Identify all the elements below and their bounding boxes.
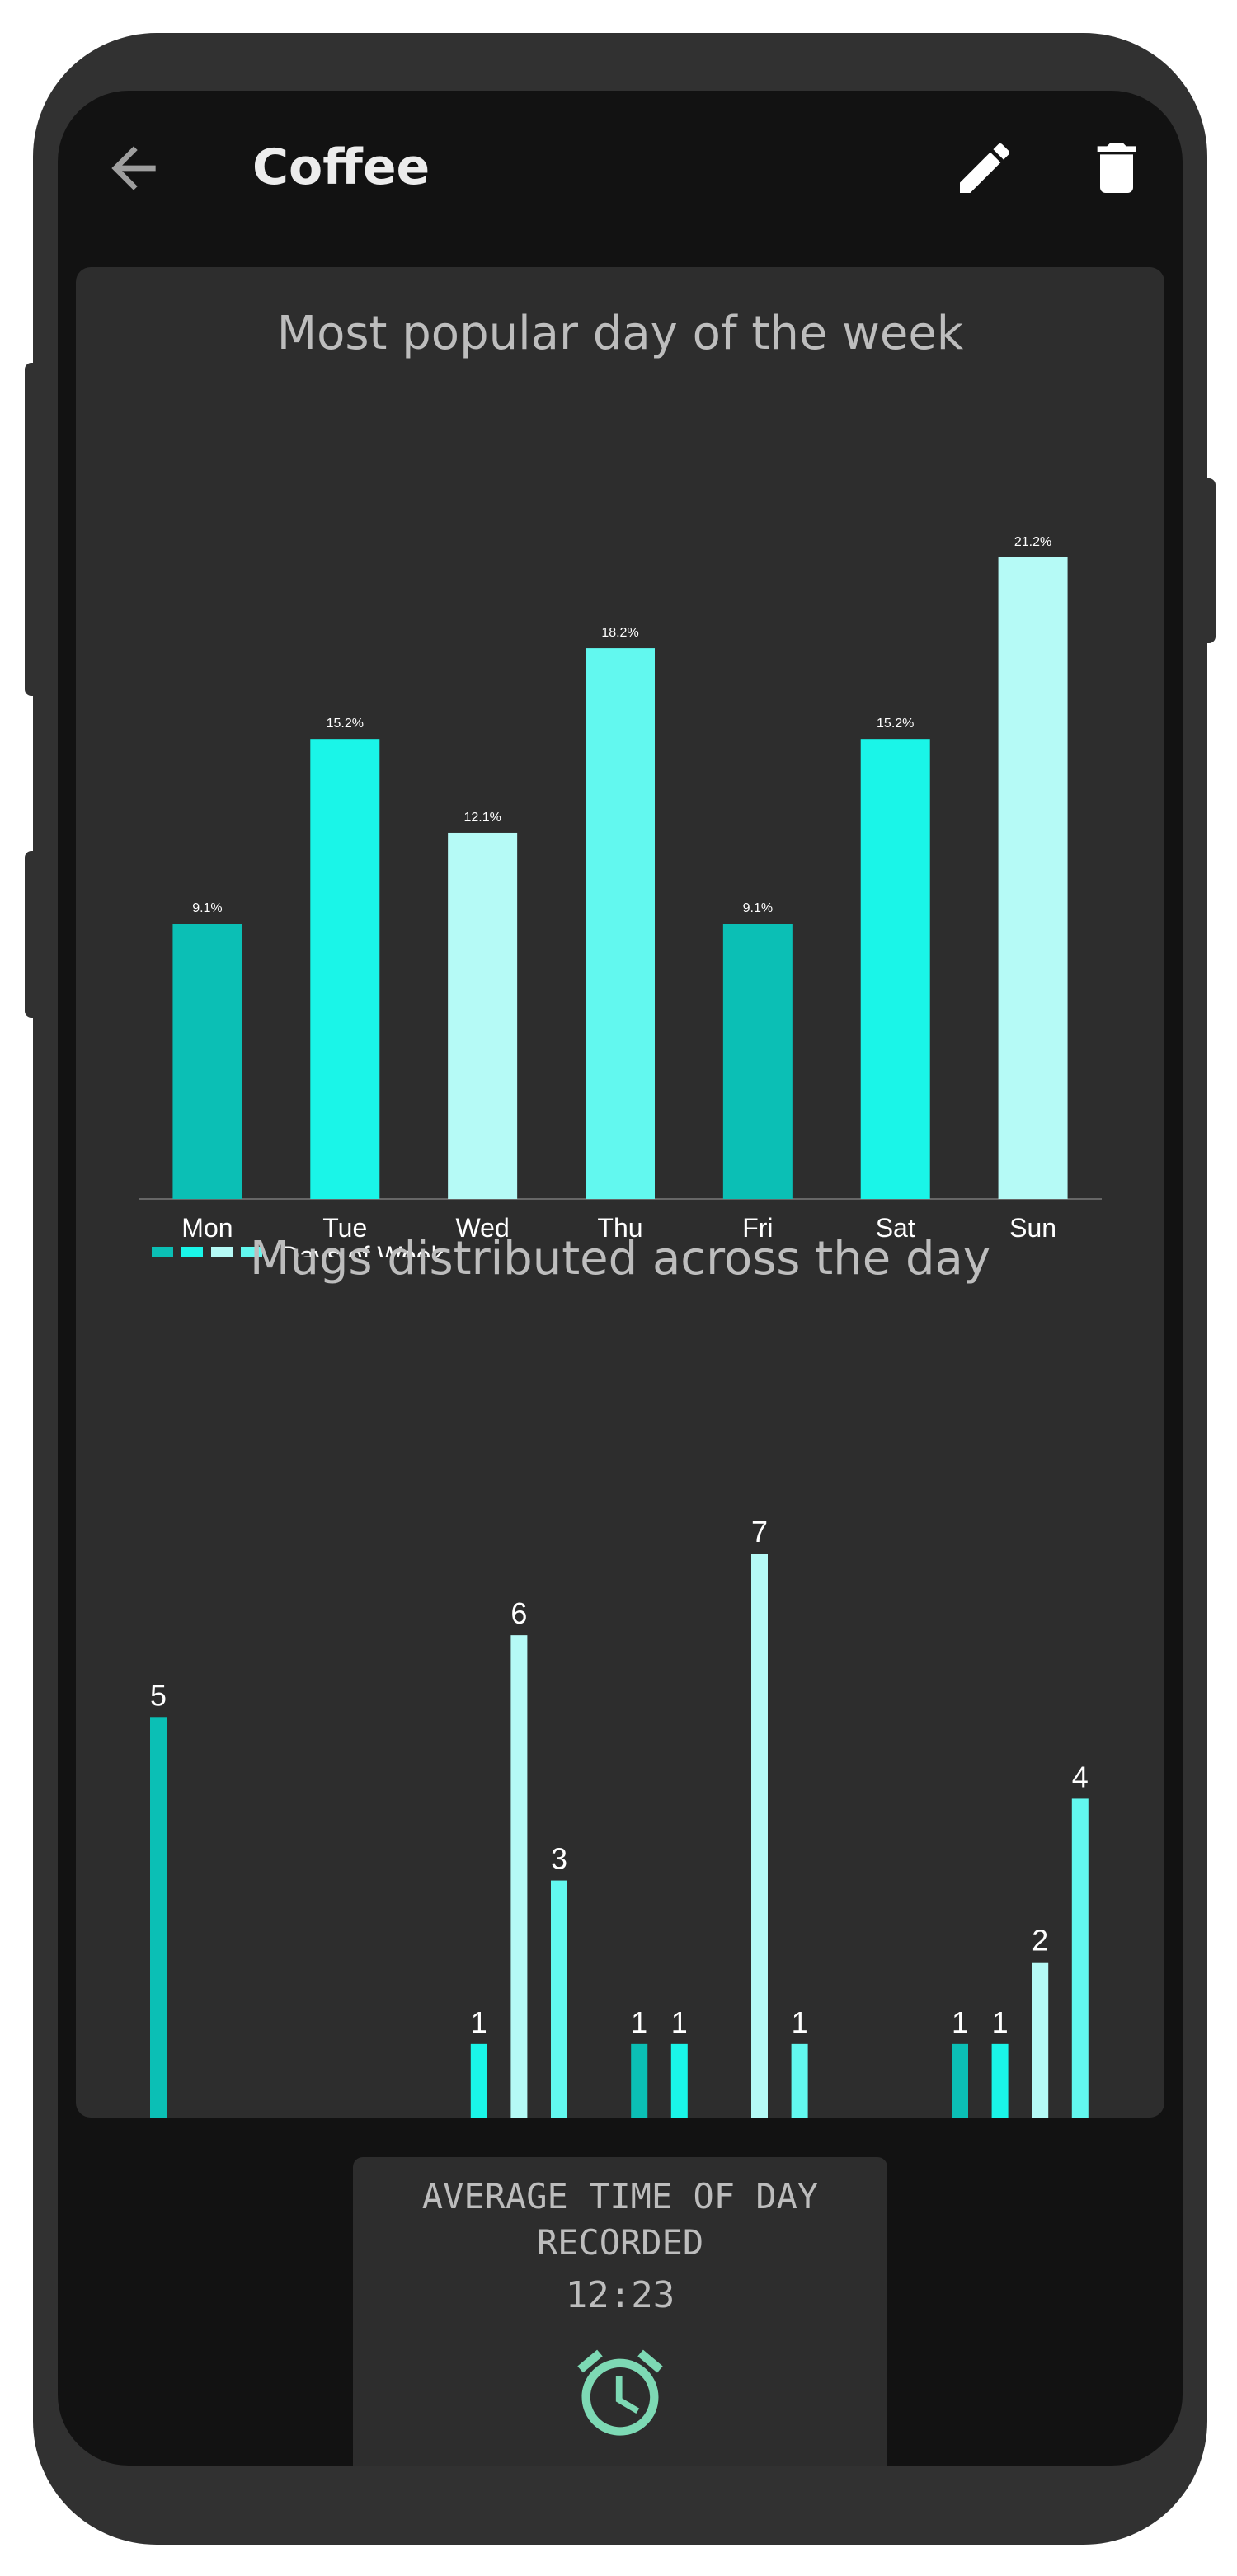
bar-value-label: 18.2% (601, 626, 638, 640)
bar-value-label: 1 (952, 2005, 968, 2039)
bar-value-label: 9.1% (192, 901, 222, 915)
average-time-card: AVERAGE TIME OF DAY RECORDED 12:23 (353, 2157, 887, 2466)
bar-fri (722, 924, 793, 1199)
bar-mon (172, 924, 242, 1199)
bar-value-label: 1 (631, 2005, 647, 2039)
average-time-label: AVERAGE TIME OF DAY RECORDED (421, 2176, 819, 2263)
delete-button[interactable] (1084, 135, 1150, 201)
bar-hour-10 (551, 1880, 567, 2118)
bar-hour-20 (952, 2043, 968, 2118)
bar-hour-21 (991, 2043, 1009, 2118)
arrow-left-icon (111, 146, 156, 190)
bar-value-label: 6 (510, 1596, 527, 1630)
bar-hour-8 (470, 2043, 487, 2118)
bar-thu (586, 648, 655, 1199)
bar-hour-12 (631, 2043, 648, 2118)
alarm-clock-icon (577, 2349, 663, 2436)
bar-value-label: 1 (471, 2005, 487, 2039)
weekday-bar-chart: 9.1%Mon15.2%Tue12.1%Wed18.2%Thu9.1%Fri15… (139, 535, 1102, 1257)
bar-value-label: 7 (751, 1515, 768, 1549)
bar-hour-0 (150, 1717, 167, 2118)
bar-hour-9 (510, 1635, 528, 2118)
bar-tue (310, 739, 380, 1199)
bar-hour-16 (791, 2043, 808, 2118)
bar-value-label: 5 (150, 1678, 167, 1712)
edit-button[interactable] (952, 135, 1018, 201)
pencil-icon (960, 143, 1010, 193)
app-screen: Coffee Most popular day of the week 9.1%… (58, 91, 1183, 2466)
bar-value-label: 21.2% (1014, 535, 1051, 549)
bar-value-label: 1 (792, 2005, 808, 2039)
hourly-bar-chart: 51631171112400:0004:0008:0012:0016:0020:… (150, 1515, 1089, 2118)
page-title: Coffee (252, 139, 430, 196)
bar-hour-23 (1071, 1798, 1089, 2118)
bar-value-label: 15.2% (877, 717, 914, 731)
app-bar: Coffee (58, 91, 1183, 256)
charts-card: Most popular day of the week 9.1% Mon 15.2… (76, 267, 1164, 2118)
bar-hour-13 (670, 2043, 688, 2118)
bar-value-label: 1 (671, 2005, 688, 2039)
bar-hour-15 (751, 1554, 768, 2118)
bar-value-label: 3 (551, 1842, 567, 1876)
bar-sat (860, 739, 930, 1199)
bar-value-label: 15.2% (327, 717, 364, 731)
bar-wed (448, 832, 518, 1199)
bar-value-label: 9.1% (743, 901, 773, 915)
bar-value-label: 1 (992, 2005, 1009, 2039)
bar-value-label: 12.1% (463, 811, 501, 825)
bar-value-label: 2 (1032, 1924, 1048, 1958)
trash-icon (1097, 143, 1136, 193)
bar-value-label: 4 (1072, 1760, 1089, 1793)
back-button[interactable] (101, 135, 167, 201)
bar-hour-22 (1032, 1962, 1049, 2118)
bar-sun (998, 557, 1068, 1199)
average-time-value: 12:23 (565, 2274, 675, 2316)
